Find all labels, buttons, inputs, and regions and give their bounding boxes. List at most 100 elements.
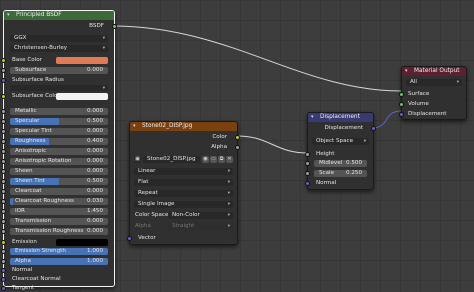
image-name-field[interactable]: Stone02_DISP.jpg xyxy=(143,156,200,163)
link-displacement-to-output xyxy=(371,110,402,129)
subsurface-socket[interactable] xyxy=(1,68,6,73)
clearcoat-socket[interactable] xyxy=(1,189,6,194)
anisotropic-socket[interactable] xyxy=(1,149,6,154)
emission-strength-socket[interactable] xyxy=(1,249,6,254)
clearcoat-roughness-socket[interactable] xyxy=(1,199,6,204)
anisotropic-rotation-field[interactable]: Anisotropic Rotation 0.000 xyxy=(10,158,108,165)
anisotropic-field[interactable]: Anisotropic 0.000 xyxy=(10,148,108,155)
collapse-icon[interactable]: ▾ xyxy=(311,113,314,122)
image-selector[interactable]: ▣ Stone02_DISP.jpg ◉ ▭ ⧉ ✕ xyxy=(134,156,233,163)
alpha-socket[interactable] xyxy=(1,259,6,264)
surface-input-socket[interactable] xyxy=(399,92,404,97)
metallic-field[interactable]: Metallic 0.000 xyxy=(10,108,108,115)
transmission-socket[interactable] xyxy=(1,219,6,224)
material-output-node[interactable]: ▾ Material Output All ▾ Surface Volume Di… xyxy=(399,66,467,120)
volume-input-socket[interactable] xyxy=(399,102,404,107)
tangent-socket[interactable] xyxy=(1,286,6,291)
chevron-down-icon: ▾ xyxy=(227,213,230,218)
chevron-down-icon: ▾ xyxy=(102,86,105,91)
interpolation-dropdown[interactable]: Linear ▾ xyxy=(134,168,233,175)
duplicate-icon[interactable]: ⧉ xyxy=(218,156,225,163)
specular-tint-socket[interactable] xyxy=(1,129,6,134)
base-color-socket[interactable] xyxy=(1,58,6,63)
scale-socket[interactable] xyxy=(305,171,310,176)
specular-field[interactable]: Specular 0.500 xyxy=(10,118,108,125)
transmission-roughness-socket[interactable] xyxy=(1,229,6,234)
collapse-icon[interactable]: ▾ xyxy=(133,122,136,131)
alpha-field[interactable]: Alpha 1.000 xyxy=(10,258,108,265)
roughness-socket[interactable] xyxy=(1,139,6,144)
height-input-socket[interactable] xyxy=(305,152,310,157)
folder-icon[interactable]: ▭ xyxy=(210,156,217,163)
node-title: Stone02_DISP.jpg xyxy=(142,123,193,129)
image-texture-node[interactable]: ▾ Stone02_DISP.jpg Color Alpha ▣ Stone02… xyxy=(127,121,240,245)
displacement-input-label: Displacement xyxy=(408,111,447,117)
emission-strength-field[interactable]: Emission Strength 1.000 xyxy=(10,248,108,255)
displacement-output-socket[interactable] xyxy=(371,125,376,131)
specular-socket[interactable] xyxy=(1,119,6,124)
subsurface-radius-dropdown[interactable]: ▾ xyxy=(10,85,108,91)
color-output-socket[interactable] xyxy=(235,134,240,140)
ior-socket[interactable] xyxy=(1,209,6,214)
roughness-field[interactable]: Roughness 0.400 xyxy=(10,138,108,145)
subsurface-radius-socket[interactable] xyxy=(1,78,6,83)
distribution-dropdown[interactable]: GGX ▾ xyxy=(10,35,108,42)
node-header[interactable]: ▾ Displacement xyxy=(308,113,373,122)
target-dropdown[interactable]: All ▾ xyxy=(406,79,462,86)
close-icon[interactable]: ✕ xyxy=(226,156,233,163)
bsdf-output-socket[interactable] xyxy=(112,23,117,29)
alpha-mode-dropdown[interactable]: Straight ▾ xyxy=(168,223,233,230)
surface-input-label: Surface xyxy=(408,91,430,97)
clearcoat-field[interactable]: Clearcoat 0.000 xyxy=(10,188,108,195)
collapse-icon[interactable]: ▾ xyxy=(405,67,408,76)
node-title: Material Output xyxy=(414,68,460,74)
sheen-field[interactable]: Sheen 0.000 xyxy=(10,168,108,175)
vector-input-socket[interactable] xyxy=(127,236,132,241)
extension-dropdown[interactable]: Repeat ▾ xyxy=(134,190,233,197)
anisotropic-rotation-socket[interactable] xyxy=(1,159,6,164)
displacement-node[interactable]: ▾ Displacement Displacement Object Space… xyxy=(305,112,376,190)
subsurface-color-swatch[interactable] xyxy=(56,93,108,100)
emission-socket[interactable] xyxy=(1,240,6,245)
subsurface-field[interactable]: Subsurface 0.000 xyxy=(10,67,108,74)
principled-bsdf-node[interactable]: ▾ Principled BSDF BSDF GGX ▾ Christensen-… xyxy=(1,10,117,291)
height-input-label: Height xyxy=(316,151,335,157)
subsurface-method-dropdown[interactable]: Christensen-Burley ▾ xyxy=(10,45,108,52)
emission-swatch[interactable] xyxy=(56,239,108,246)
node-header[interactable]: ▾ Stone02_DISP.jpg xyxy=(130,122,237,131)
sheen-tint-socket[interactable] xyxy=(1,179,6,184)
clearcoat-roughness-field[interactable]: Clearcoat Roughness 0.030 xyxy=(10,198,108,205)
normal-label: Normal xyxy=(12,267,33,273)
projection-dropdown[interactable]: Flat ▾ xyxy=(134,179,233,186)
midlevel-socket[interactable] xyxy=(305,161,310,166)
subsurface-color-socket[interactable] xyxy=(1,94,6,99)
clearcoat-normal-socket[interactable] xyxy=(1,277,6,282)
metallic-socket[interactable] xyxy=(1,109,6,114)
specular-tint-field[interactable]: Specular Tint 0.000 xyxy=(10,128,108,135)
space-dropdown[interactable]: Object Space ▾ xyxy=(312,138,369,145)
normal-input-socket[interactable] xyxy=(305,181,310,186)
shield-icon[interactable]: ◉ xyxy=(202,156,209,163)
node-header[interactable]: ▾ Principled BSDF xyxy=(4,11,114,20)
sheen-socket[interactable] xyxy=(1,169,6,174)
normal-socket[interactable] xyxy=(1,268,6,273)
color-space-dropdown[interactable]: Non-Color ▾ xyxy=(168,212,233,219)
color-output-row: Color xyxy=(134,133,240,141)
volume-input-label: Volume xyxy=(408,101,429,107)
source-dropdown[interactable]: Single Image ▾ xyxy=(134,201,233,208)
subsurface-radius-label: Subsurface Radius xyxy=(12,77,64,83)
displacement-input-socket[interactable] xyxy=(399,112,404,117)
chevron-down-icon: ▾ xyxy=(102,46,105,51)
transmission-roughness-field[interactable]: Transmission Roughness 0.000 xyxy=(10,228,108,235)
alpha-output-socket[interactable] xyxy=(235,144,240,150)
node-header[interactable]: ▾ Material Output xyxy=(402,67,466,76)
sheen-tint-field[interactable]: Sheen Tint 0.500 xyxy=(10,178,108,185)
base-color-swatch[interactable] xyxy=(56,57,108,64)
image-browse-icon[interactable]: ▣ xyxy=(134,156,141,163)
scale-field[interactable]: Scale 0.250 xyxy=(314,170,367,177)
collapse-icon[interactable]: ▾ xyxy=(7,11,10,20)
ior-field[interactable]: IOR 1.450 xyxy=(10,208,108,215)
transmission-field[interactable]: Transmission 0.000 xyxy=(10,218,108,225)
midlevel-field[interactable]: Midlevel 0.500 xyxy=(314,160,367,167)
bsdf-output-label: BSDF xyxy=(89,23,104,29)
